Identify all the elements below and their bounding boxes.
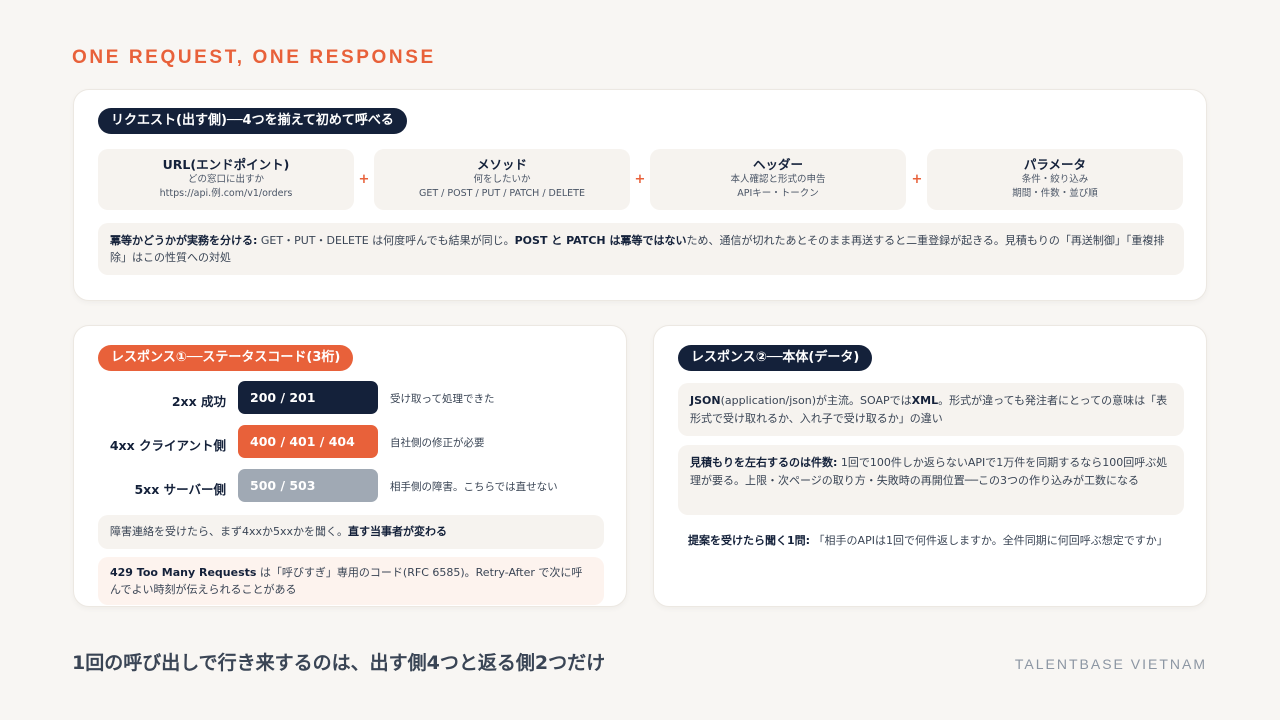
note-strong: 提案を受けたら聞く1問: [688,534,811,547]
note-text: 「相手のAPIは1回で何件返しますか。全件同期に何回呼ぶ想定ですか」 [810,534,1168,547]
plus-sign: + [358,172,370,187]
brand-label: TALENTBASE VIETNAM [1014,656,1207,672]
request-item-line1: 何をしたいか [473,174,531,185]
note-lead: 冪等かどうかが実務を分ける: [110,234,258,247]
request-item-params: パラメータ 条件・絞り込み 期間・件数・並び順 [927,149,1183,210]
request-item-line2: 期間・件数・並び順 [1012,188,1098,199]
request-item-method: メソッド 何をしたいか GET / POST / PUT / PATCH / D… [374,149,630,210]
request-item-title: URL(エンドポイント) [162,157,290,172]
note-strong: POST と PATCH は冪等ではない [514,234,687,247]
record-count-note: 見積もりを左右するのは件数: 1回で100件しか返らないAPIで1万件を同期する… [678,445,1184,515]
body-pill: レスポンス②──本体(データ) [678,345,873,371]
incident-note: 障害連絡を受けたら、まず4xxか5xxかを聞く。直す当事者が変わる [98,515,604,549]
question-note: 提案を受けたら聞く1問: 「相手のAPIは1回で何件返しますか。全件同期に何回呼… [678,523,1184,571]
status-row-label: 4xx クライアント側 [109,438,226,453]
response-body-card: レスポンス②──本体(データ) JSON(application/json)が主… [653,325,1207,607]
status-code-bar-5xx: 500 / 503 [238,469,378,502]
status-code-bar-2xx: 200 / 201 [238,381,378,414]
note-text: 障害連絡を受けたら、まず4xxか5xxかを聞く。 [110,525,349,538]
slide-kicker: ONE REQUEST, ONE RESPONSE [72,47,436,68]
request-item-line1: どの窓口に出すか [187,174,264,185]
status-code-bar-4xx: 400 / 401 / 404 [238,425,378,458]
note-strong: XML [911,394,939,407]
request-item-line1: 条件・絞り込み [1021,174,1089,185]
request-item-line2: https://api.例.com/v1/orders [159,188,293,199]
request-item-title: パラメータ [1023,157,1087,172]
status-row-desc: 自社側の修正が必要 [390,437,485,449]
request-card: リクエスト(出す側)──4つを揃えて初めて呼べる URL(エンドポイント) どの… [73,89,1207,301]
rate-limit-note: 429 Too Many Requests は「呼びすぎ」専用のコード(RFC … [98,557,604,605]
request-item-line2: APIキー・トークン [737,188,819,199]
request-item-url: URL(エンドポイント) どの窓口に出すか https://api.例.com/… [98,149,354,210]
status-row-label: 5xx サーバー側 [134,482,226,497]
format-note: JSON(application/json)が主流。SOAPではXML。形式が違… [678,383,1184,436]
idempotency-note: 冪等かどうかが実務を分ける: GET・PUT・DELETE は何度呼んでも結果が… [98,223,1184,275]
request-item-title: メソッド [476,157,527,172]
request-item-line2: GET / POST / PUT / PATCH / DELETE [419,188,585,199]
request-item-title: ヘッダー [752,157,803,172]
request-item-header: ヘッダー 本人確認と形式の申告 APIキー・トークン [650,149,906,210]
status-row-desc: 相手側の障害。こちらでは直せない [390,481,558,493]
slide-headline: 1回の呼び出しで行き来するのは、出す側4つと返る側2つだけ [72,652,606,674]
status-row-label: 2xx 成功 [171,394,226,409]
note-strong: 見積もりを左右するのは件数: [690,456,838,469]
status-code-card: レスポンス①──ステータスコード(3桁) 2xx 成功 200 / 201 受け… [73,325,627,607]
note-strong: 直す当事者が変わる [348,525,448,538]
request-item-line1: 本人確認と形式の申告 [730,174,826,185]
note-strong: JSON [690,394,721,407]
status-pill: レスポンス①──ステータスコード(3桁) [98,345,354,371]
status-row-desc: 受け取って処理できた [390,393,495,405]
request-pill: リクエスト(出す側)──4つを揃えて初めて呼べる [98,108,407,134]
plus-sign: + [911,172,923,187]
note-text: (application/json)が主流。SOAPでは [720,394,912,407]
plus-sign: + [634,172,646,187]
note-text: GET・PUT・DELETE は何度呼んでも結果が同じ。 [257,234,515,247]
note-strong: 429 Too Many Requests [110,566,257,579]
